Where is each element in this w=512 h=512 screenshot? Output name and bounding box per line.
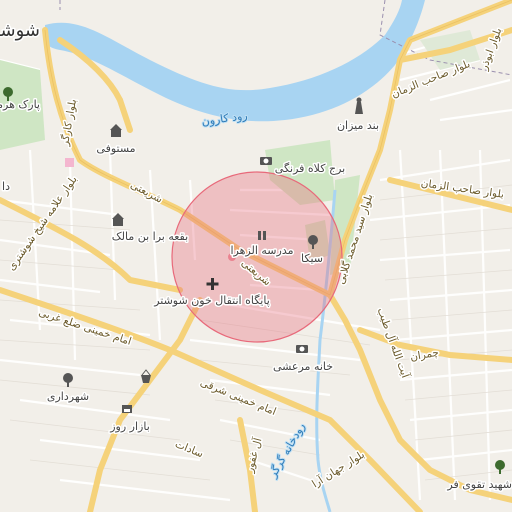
shop-icon [122, 405, 132, 413]
map-canvas[interactable]: شوشت رود کارون رودخانه گرگر بلوار صاحب ا… [0, 0, 512, 512]
poi-label: مدرسه الزهرا [231, 244, 294, 257]
poi-label: پارک هرمز [0, 98, 40, 111]
poi-label: شهرداری [47, 390, 89, 403]
edge-label: دا [2, 180, 10, 193]
poi-label: بقعه برا بن مالک [112, 230, 188, 243]
poi-label: بازار روز [109, 420, 150, 433]
poi-label: بند میزان [337, 119, 379, 132]
poi-label: پایگاه انتقال خون شوشتر [153, 294, 270, 307]
city-label: شوشت [0, 20, 40, 41]
poi-label: برج کلاه فرنگی [275, 162, 345, 175]
poi-pink-square [65, 158, 74, 167]
camera-icon [296, 345, 308, 353]
poi-label: مستوفی [96, 142, 135, 155]
camera-icon [260, 157, 272, 165]
poi-label: خانه مرعشی [273, 360, 333, 373]
poi-label: سیکا [301, 252, 323, 265]
poi-label-line: پایگاه انتقال خون شوشتر [153, 294, 270, 307]
poi-label: شهید تقوی فر [446, 478, 512, 491]
